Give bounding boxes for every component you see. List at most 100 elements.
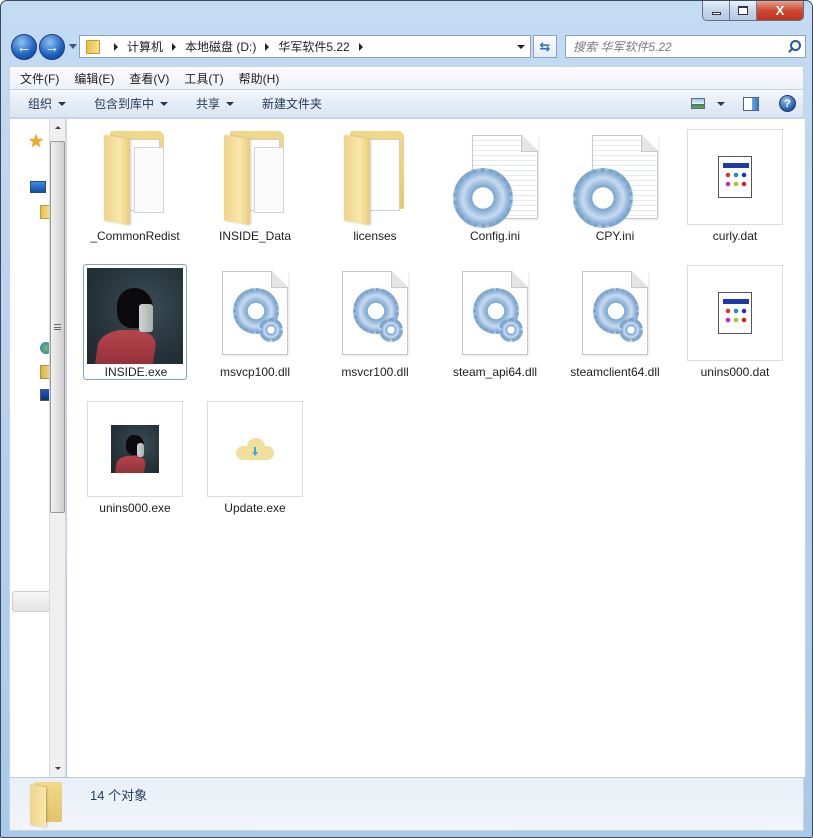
dll-thumbnail: [447, 265, 543, 361]
navigation-pane: ★: [9, 119, 49, 777]
file-name: msvcr100.dll: [341, 365, 409, 379]
address-bar[interactable]: 计算机 本地磁盘 (D:) 华军软件5.22: [79, 35, 531, 58]
view-options-dropdown[interactable]: [717, 101, 725, 106]
new-folder-button[interactable]: 新建文件夹: [262, 95, 322, 112]
homegroup-icon[interactable]: [40, 365, 49, 379]
scrollbar-thumb[interactable]: [50, 141, 65, 513]
chevron-down-icon: [226, 101, 235, 106]
file-item-exe[interactable]: Update.exe: [203, 397, 307, 527]
file-item-exe[interactable]: unins000.exe: [83, 397, 187, 527]
file-item-ini[interactable]: CPY.ini: [563, 125, 667, 255]
file-item-dll[interactable]: steamclient64.dll: [563, 261, 667, 391]
breadcrumb-chevron[interactable]: [114, 42, 118, 51]
folder-thumbnail: [207, 129, 303, 226]
grip-icon: [54, 324, 61, 330]
preview-pane-icon[interactable]: [743, 96, 759, 111]
breadcrumb-computer[interactable]: 计算机: [127, 38, 163, 55]
maximize-button[interactable]: [730, 1, 757, 20]
file-item-dll[interactable]: msvcp100.dll: [203, 261, 307, 391]
object-count: 14 个对象: [90, 788, 148, 803]
folder-thumbnail: [87, 129, 183, 226]
file-name: steam_api64.dll: [452, 365, 538, 379]
file-name: INSIDE.exe: [104, 365, 168, 379]
navigation-pane-vertical-scrollbar[interactable]: [49, 119, 66, 777]
exe-thumbnail: [207, 401, 303, 497]
help-icon[interactable]: ?: [779, 95, 796, 112]
menu-tools[interactable]: 工具(T): [184, 70, 223, 87]
dat-thumbnail: [687, 265, 783, 361]
file-name: curly.dat: [712, 229, 758, 243]
file-item-folder[interactable]: _CommonRedist: [83, 125, 187, 255]
minimize-button[interactable]: [703, 1, 730, 20]
recent-pages-dropdown[interactable]: [69, 44, 77, 49]
file-name: INSIDE_Data: [218, 229, 292, 243]
file-item-dll[interactable]: steam_api64.dll: [443, 261, 547, 391]
file-name: unins000.exe: [99, 501, 171, 515]
window-controls: X: [702, 1, 804, 21]
search-icon[interactable]: [786, 39, 802, 55]
file-item-ini[interactable]: Config.ini: [443, 125, 547, 255]
chevron-down-icon: [160, 101, 169, 106]
share-button[interactable]: 共享: [196, 95, 235, 112]
navigation-pane-scrollbar-thumb[interactable]: [12, 591, 49, 612]
share-label: 共享: [196, 97, 221, 111]
settings-file-icon: [453, 135, 538, 228]
computer-icon[interactable]: [40, 389, 49, 401]
search-input[interactable]: [573, 39, 786, 54]
forward-button[interactable]: →: [39, 34, 65, 60]
favorites-star-icon[interactable]: ★: [28, 131, 44, 152]
ini-thumbnail: [567, 129, 663, 228]
file-name: licenses: [353, 229, 397, 243]
file-name: CPY.ini: [595, 229, 635, 243]
file-item-dll[interactable]: msvcr100.dll: [323, 261, 427, 391]
menu-view[interactable]: 查看(V): [129, 70, 169, 87]
menu-edit[interactable]: 编辑(E): [74, 70, 114, 87]
dll-file-icon: [222, 271, 288, 355]
file-name: _CommonRedist: [90, 229, 180, 243]
back-button[interactable]: ←: [11, 34, 37, 60]
minimize-icon: [711, 12, 721, 15]
file-item-exe-selected[interactable]: INSIDE.exe: [83, 264, 187, 380]
search-box: [565, 35, 806, 58]
refresh-button[interactable]: ⇆: [533, 35, 557, 58]
breadcrumb-current-folder[interactable]: 华军软件5.22: [278, 38, 349, 55]
libraries-icon[interactable]: [40, 205, 49, 219]
folder-thumbnail: [327, 129, 423, 226]
breadcrumb-chevron[interactable]: [172, 42, 177, 51]
file-item-folder[interactable]: licenses: [323, 125, 427, 255]
status-bar: 14 个对象: [9, 777, 804, 831]
settings-file-icon: [573, 135, 658, 228]
folder-icon: [86, 39, 100, 54]
menu-bar: 文件(F) 编辑(E) 查看(V) 工具(T) 帮助(H): [9, 66, 804, 89]
close-button[interactable]: X: [757, 1, 803, 20]
network-icon[interactable]: [40, 342, 49, 354]
organize-button[interactable]: 组织: [28, 95, 67, 112]
forward-arrow-icon: →: [44, 38, 60, 56]
file-name: msvcp100.dll: [219, 365, 291, 379]
exe-thumbnail: [87, 268, 183, 364]
menu-file[interactable]: 文件(F): [20, 70, 59, 87]
generic-file-icon: [718, 156, 752, 198]
file-name: Config.ini: [469, 229, 521, 243]
folder-icon: [344, 131, 406, 226]
breadcrumb-chevron[interactable]: [358, 42, 363, 51]
desktop-icon[interactable]: [30, 181, 46, 193]
explorer-window: X ← → 计算机 本地磁盘 (D:) 华军软件5.22 ⇆ 文件(F) 编辑(…: [0, 0, 813, 838]
game-app-icon: [111, 425, 159, 473]
scroll-up-button[interactable]: [50, 119, 65, 136]
include-in-library-button[interactable]: 包含到库中: [94, 95, 169, 112]
scroll-down-button[interactable]: [50, 760, 65, 777]
game-app-icon: [87, 268, 183, 364]
new-folder-label: 新建文件夹: [262, 97, 323, 111]
address-history-dropdown[interactable]: [517, 45, 525, 49]
file-name: steamclient64.dll: [570, 365, 660, 379]
refresh-icon: ⇆: [539, 38, 551, 54]
file-item-folder[interactable]: INSIDE_Data: [203, 125, 307, 255]
breadcrumb-local-disk[interactable]: 本地磁盘 (D:): [185, 38, 256, 55]
file-item-dat[interactable]: curly.dat: [683, 125, 787, 255]
menu-help[interactable]: 帮助(H): [239, 70, 280, 87]
folder-icon: [30, 782, 66, 828]
breadcrumb-chevron[interactable]: [265, 42, 270, 51]
change-view-icon[interactable]: [691, 98, 705, 109]
file-item-dat[interactable]: unins000.dat: [683, 261, 787, 391]
